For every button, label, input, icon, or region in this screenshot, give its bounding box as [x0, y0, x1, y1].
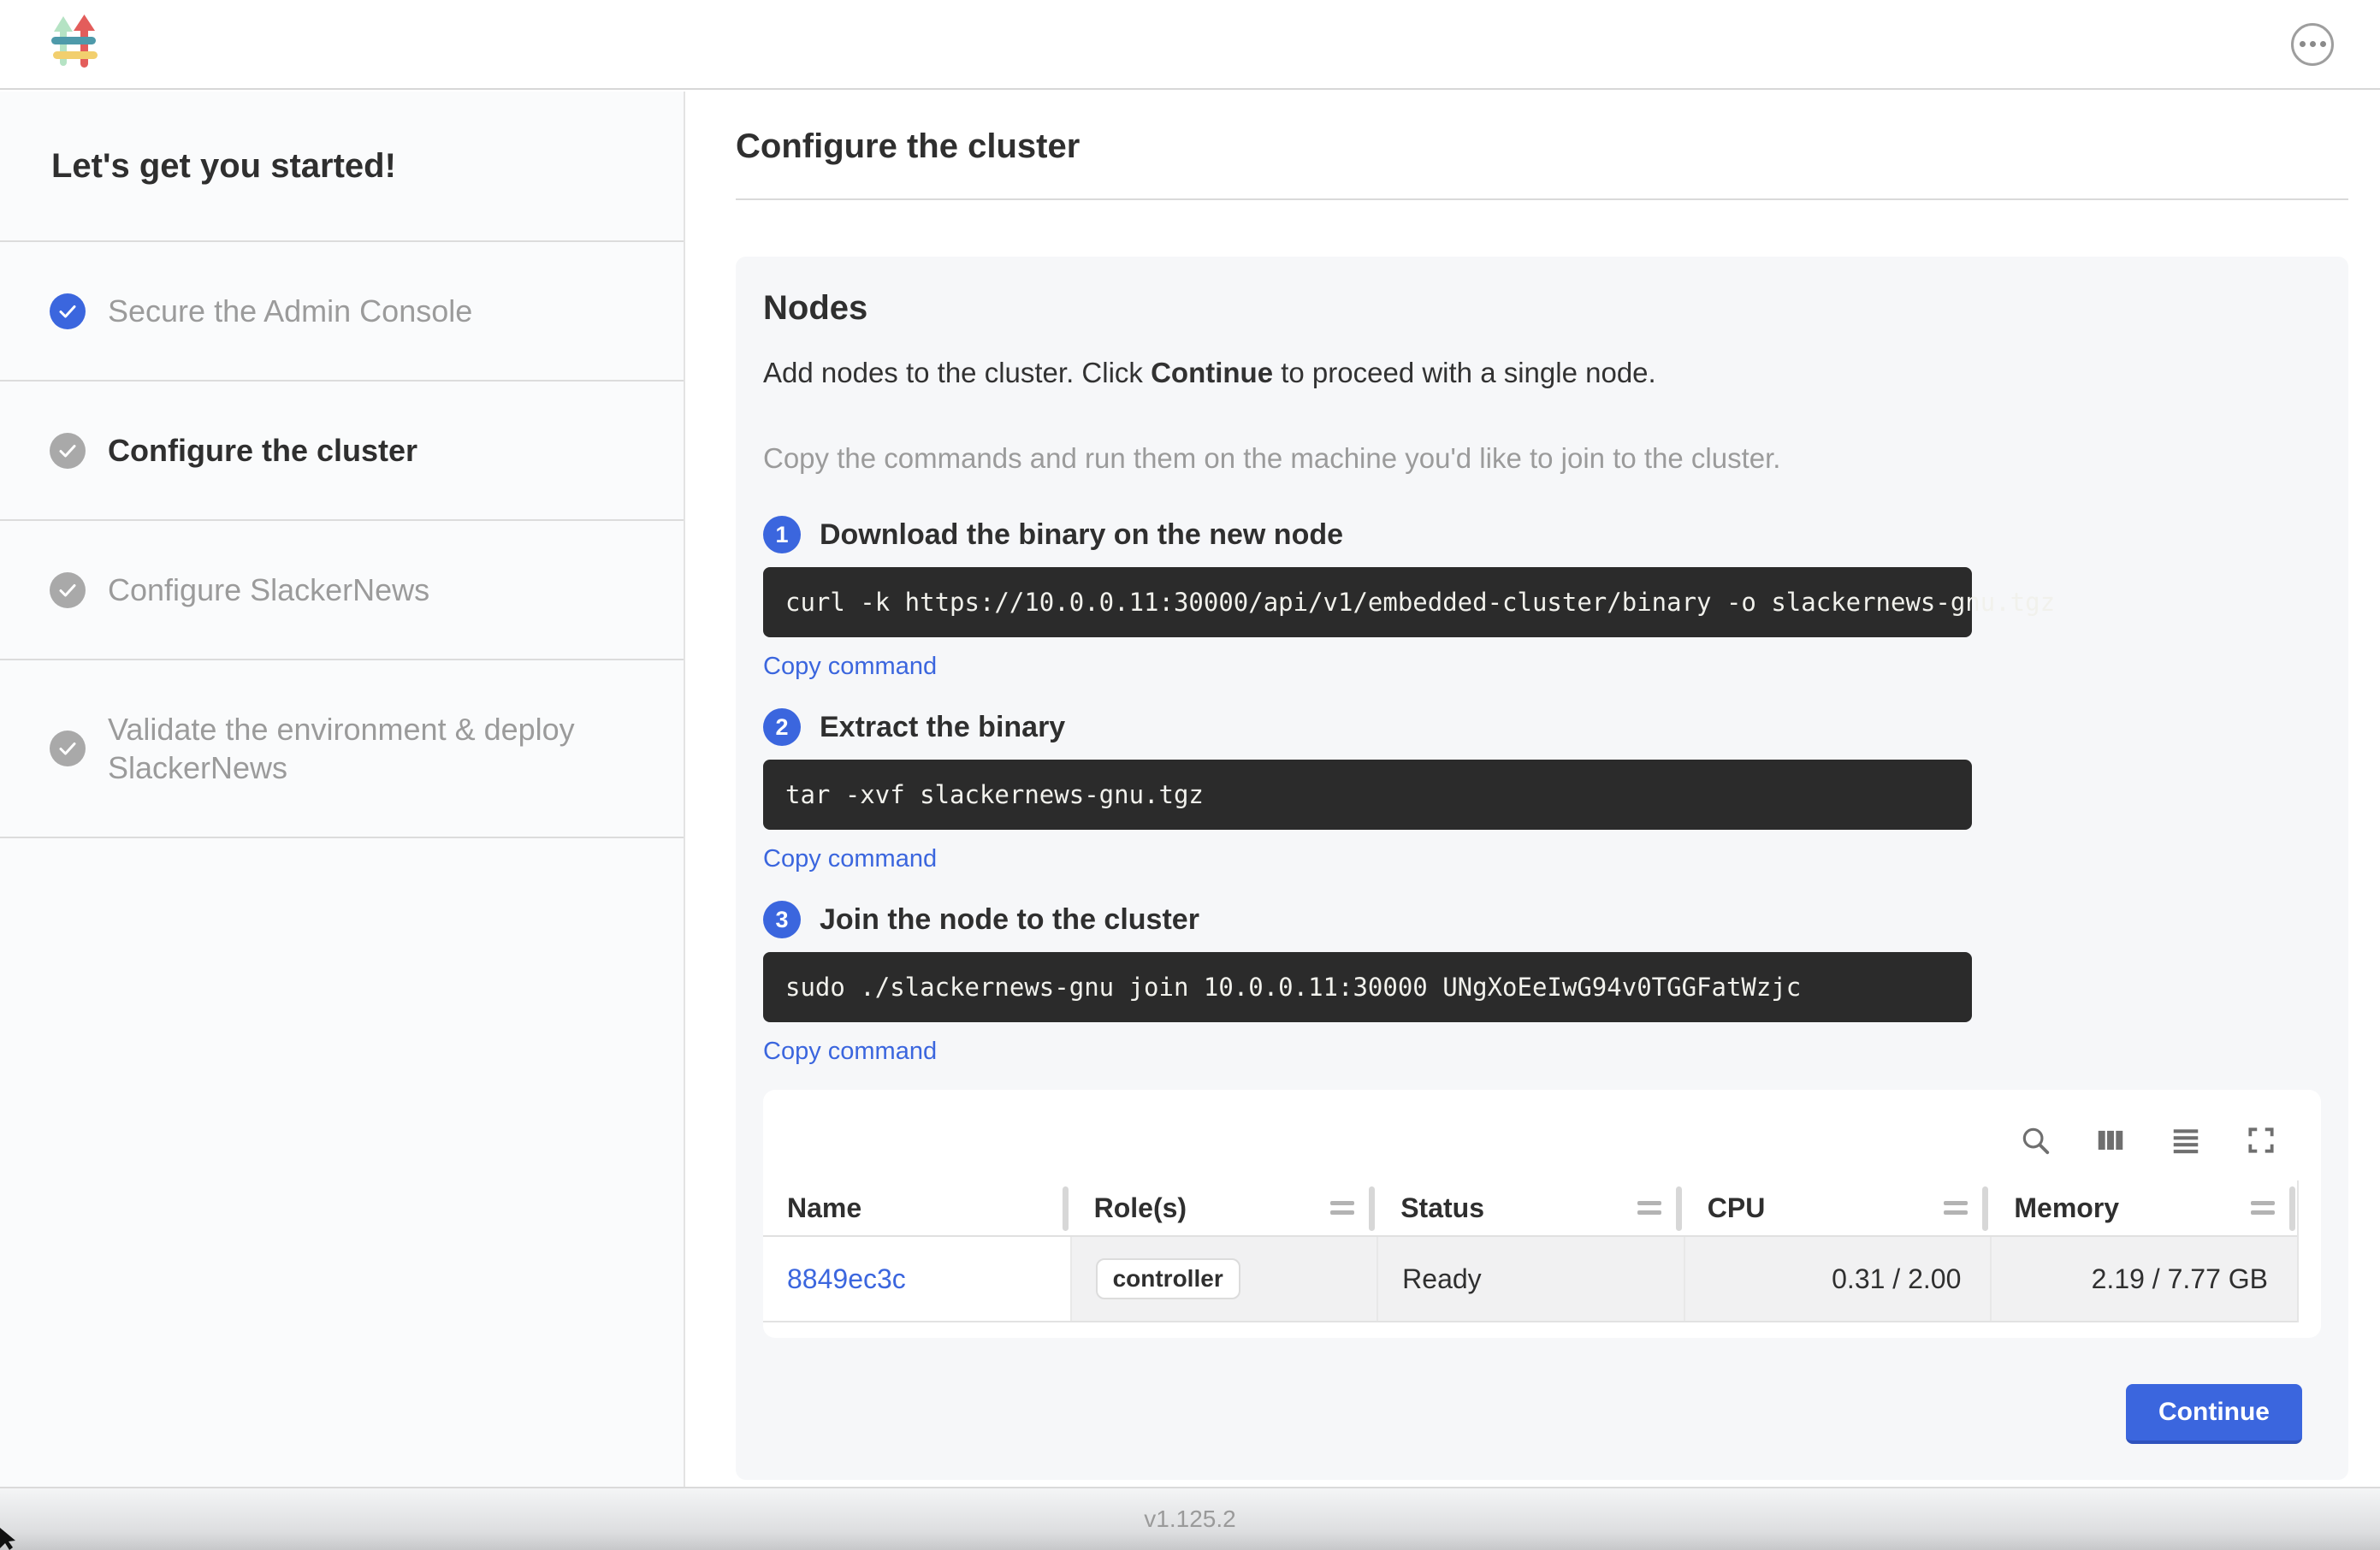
top-header-bar [0, 0, 2380, 90]
nodes-table-card: Name Role(s) Status CPU [763, 1090, 2321, 1338]
main-content: Configure the cluster Nodes Add nodes to… [687, 92, 2380, 1487]
table-toolbar [763, 1119, 2321, 1162]
version-label: v1.125.2 [1144, 1506, 1235, 1533]
step-3-command-block: sudo ./slackernews-gnu join 10.0.0.11:30… [763, 952, 1972, 1022]
description-suffix: to proceed with a single node. [1273, 357, 1656, 388]
cell-node-cpu: 0.31 / 2.00 [1684, 1237, 1991, 1321]
step-2-title: Extract the binary [820, 711, 1065, 744]
title-divider [736, 198, 2348, 200]
check-icon [50, 433, 86, 469]
step-1-number-badge: 1 [763, 516, 801, 553]
setup-steps-sidebar: Let's get you started! Secure the Admin … [0, 92, 685, 1487]
description-prefix: Add nodes to the cluster. Click [763, 357, 1151, 388]
sidebar-title: Let's get you started! [0, 92, 684, 242]
check-icon [50, 731, 86, 766]
ellipsis-menu-button[interactable] [2291, 23, 2334, 66]
step-2-header: 2 Extract the binary [763, 708, 2321, 746]
ellipsis-dot [2300, 41, 2306, 47]
cell-node-name: 8849ec3c [763, 1237, 1070, 1321]
cell-node-status: Ready [1376, 1237, 1684, 1321]
check-icon [50, 572, 86, 608]
column-label: Memory [2014, 1192, 2119, 1224]
check-icon [50, 293, 86, 329]
sidebar-item-label: Configure SlackerNews [108, 571, 429, 609]
column-menu-icon[interactable] [2251, 1201, 2275, 1215]
column-menu-icon[interactable] [1637, 1201, 1661, 1215]
column-label: Status [1400, 1192, 1484, 1224]
join-hint-text: Copy the commands and run them on the ma… [763, 442, 2321, 475]
node-name-link[interactable]: 8849ec3c [787, 1263, 906, 1295]
fullscreen-icon[interactable] [2244, 1123, 2278, 1157]
description-bold: Continue [1151, 357, 1273, 388]
nodes-description: Add nodes to the cluster. Click Continue… [763, 357, 2321, 389]
step-2-command-block: tar -xvf slackernews-gnu.tgz [763, 760, 1972, 830]
admin-console-app: Let's get you started! Secure the Admin … [0, 0, 2380, 1550]
step-3-header: 3 Join the node to the cluster [763, 901, 2321, 938]
mouse-cursor [0, 1528, 19, 1550]
sidebar-item-configure-slackernews[interactable]: Configure SlackerNews [0, 521, 684, 660]
column-label: Role(s) [1094, 1192, 1187, 1224]
step-2-copy-command-link[interactable]: Copy command [763, 845, 937, 873]
column-label: Name [787, 1192, 861, 1224]
step-1-copy-command-link[interactable]: Copy command [763, 653, 937, 681]
cell-node-memory: 2.19 / 7.77 GB [1990, 1237, 2297, 1321]
sidebar-item-secure-admin-console[interactable]: Secure the Admin Console [0, 242, 684, 382]
density-icon[interactable] [2169, 1123, 2203, 1157]
step-1-title: Download the binary on the new node [820, 518, 1343, 552]
step-3-number-badge: 3 [763, 901, 801, 938]
column-label: CPU [1708, 1192, 1766, 1224]
step-2-number-badge: 2 [763, 708, 801, 746]
footer-bar: v1.125.2 [0, 1487, 2380, 1550]
sidebar-item-label: Configure the cluster [108, 431, 417, 470]
nodes-card: Nodes Add nodes to the cluster. Click Co… [736, 257, 2348, 1480]
step-3-copy-command-link[interactable]: Copy command [763, 1038, 937, 1066]
column-menu-icon[interactable] [1944, 1201, 1968, 1215]
column-header-name[interactable]: Name [763, 1180, 1070, 1235]
role-chip: controller [1096, 1258, 1240, 1299]
column-menu-icon[interactable] [1330, 1201, 1354, 1215]
column-header-memory[interactable]: Memory [1990, 1180, 2297, 1235]
sidebar-item-validate-deploy[interactable]: Validate the environment & deploy Slacke… [0, 660, 684, 838]
column-header-status[interactable]: Status [1376, 1180, 1684, 1235]
nodes-table: Name Role(s) Status CPU [763, 1180, 2299, 1322]
column-header-cpu[interactable]: CPU [1684, 1180, 1991, 1235]
continue-button[interactable]: Continue [2126, 1384, 2302, 1444]
table-header-row: Name Role(s) Status CPU [763, 1180, 2297, 1237]
sidebar-item-label: Secure the Admin Console [108, 292, 472, 330]
sidebar-item-configure-cluster[interactable]: Configure the cluster [0, 382, 684, 521]
step-1-command-block: curl -k https://10.0.0.11:30000/api/v1/e… [763, 567, 1972, 637]
view-columns-icon[interactable] [2093, 1123, 2128, 1157]
nodes-heading: Nodes [763, 289, 2321, 328]
slackernews-logo-icon [46, 15, 106, 74]
ellipsis-dot [2320, 41, 2326, 47]
step-3-title: Join the node to the cluster [820, 903, 1199, 937]
step-1-header: 1 Download the binary on the new node [763, 516, 2321, 553]
column-header-roles[interactable]: Role(s) [1070, 1180, 1377, 1235]
ellipsis-dot [2310, 41, 2316, 47]
page-title: Configure the cluster [736, 127, 2348, 166]
table-row: 8849ec3c controller Ready 0.31 / 2.00 2.… [763, 1237, 2297, 1322]
search-icon[interactable] [2018, 1123, 2052, 1157]
sidebar-item-label: Validate the environment & deploy Slacke… [108, 710, 636, 787]
cell-node-roles: controller [1070, 1237, 1377, 1321]
